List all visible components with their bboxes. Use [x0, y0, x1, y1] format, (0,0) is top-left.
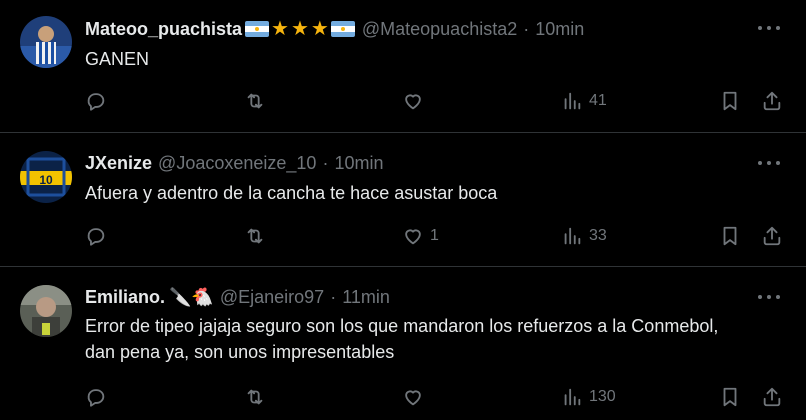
star-icon: ★ [271, 18, 289, 40]
share-icon [763, 91, 781, 111]
avatar[interactable] [20, 16, 72, 68]
repost-icon [247, 228, 263, 244]
tweet-text: Error de tipeo jajaja seguro son los que… [85, 316, 719, 362]
badge-group: ★ ★ ★ [244, 19, 356, 39]
star-icon: ★ [310, 18, 329, 40]
repost-button[interactable] [244, 386, 272, 408]
emoji-badges: 🔪🐔 [169, 286, 214, 307]
views-button[interactable]: 41 [561, 90, 607, 112]
view-count: 41 [589, 92, 607, 109]
avatar[interactable]: 10 [20, 151, 72, 203]
heart-icon [405, 390, 421, 406]
share-button[interactable] [761, 90, 783, 112]
tweet-2[interactable]: 10 JXenize @Joacoxeneize_10 · 10min Afue… [0, 133, 806, 266]
argentina-flag-icon [245, 21, 270, 37]
view-count: 130 [589, 388, 616, 405]
repost-button[interactable] [244, 225, 272, 247]
reply-icon [87, 93, 105, 111]
bookmark-button[interactable] [719, 90, 741, 112]
bookmark-button[interactable] [719, 225, 741, 247]
user-handle[interactable]: @Mateopuachista2 [362, 19, 517, 40]
reply-button[interactable] [85, 225, 113, 247]
tweet-header: Emiliano. 🔪🐔 @Ejaneiro97 · 11min [85, 285, 390, 309]
display-name[interactable]: Emiliano. [85, 287, 165, 308]
separator: · [523, 18, 530, 39]
user-handle[interactable]: @Ejaneiro97 [220, 287, 324, 308]
views-button[interactable]: 33 [561, 225, 607, 247]
share-icon [763, 226, 781, 246]
views-icon [564, 227, 581, 245]
timestamp[interactable]: 10min [334, 153, 383, 174]
star-icon: ★ [290, 18, 309, 40]
tweet-header: Mateoo_puachista ★ ★ ★ @Mateopuachista2 … [85, 17, 584, 41]
bookmark-icon [723, 387, 737, 407]
like-count: 1 [430, 227, 439, 244]
more-options-icon[interactable] [758, 160, 780, 166]
heart-icon [405, 94, 421, 110]
share-button[interactable] [761, 225, 783, 247]
timestamp[interactable]: 11min [342, 287, 390, 308]
argentina-flag-icon [330, 21, 355, 37]
share-icon [763, 387, 781, 407]
display-name[interactable]: JXenize [85, 153, 152, 174]
svg-text:10: 10 [39, 173, 53, 187]
reply-button[interactable] [85, 90, 113, 112]
repost-icon [247, 93, 263, 109]
more-options-icon[interactable] [758, 294, 780, 300]
views-icon [564, 92, 581, 110]
repost-button[interactable] [244, 90, 272, 112]
tweet-header: JXenize @Joacoxeneize_10 · 10min [85, 151, 383, 175]
bookmark-button[interactable] [719, 386, 741, 408]
avatar[interactable] [20, 285, 72, 337]
views-icon [564, 388, 581, 406]
tweet-text: GANEN [85, 49, 150, 69]
reply-icon [87, 228, 105, 246]
separator: · [330, 286, 337, 307]
timestamp[interactable]: 10min [535, 19, 584, 40]
reply-icon [87, 389, 105, 407]
tweet-text: Afuera y adentro de la cancha te hace as… [85, 183, 498, 203]
more-options-icon[interactable] [758, 25, 780, 31]
reply-button[interactable] [85, 386, 113, 408]
bookmark-icon [723, 91, 737, 111]
views-button[interactable]: 130 [561, 386, 616, 408]
tweet-3[interactable]: Emiliano. 🔪🐔 @Ejaneiro97 · 11min Error d… [0, 267, 806, 420]
like-button[interactable] [402, 386, 430, 408]
view-count: 33 [589, 227, 607, 244]
like-button[interactable]: 1 [402, 225, 439, 247]
heart-icon [405, 229, 421, 245]
repost-icon [247, 389, 263, 405]
share-button[interactable] [761, 386, 783, 408]
separator: · [322, 152, 329, 173]
tweet-1[interactable]: Mateoo_puachista ★ ★ ★ @Mateopuachista2 … [0, 0, 806, 132]
display-name[interactable]: Mateoo_puachista [85, 19, 242, 40]
user-handle[interactable]: @Joacoxeneize_10 [158, 153, 316, 174]
like-button[interactable] [402, 90, 430, 112]
bookmark-icon [723, 226, 737, 246]
